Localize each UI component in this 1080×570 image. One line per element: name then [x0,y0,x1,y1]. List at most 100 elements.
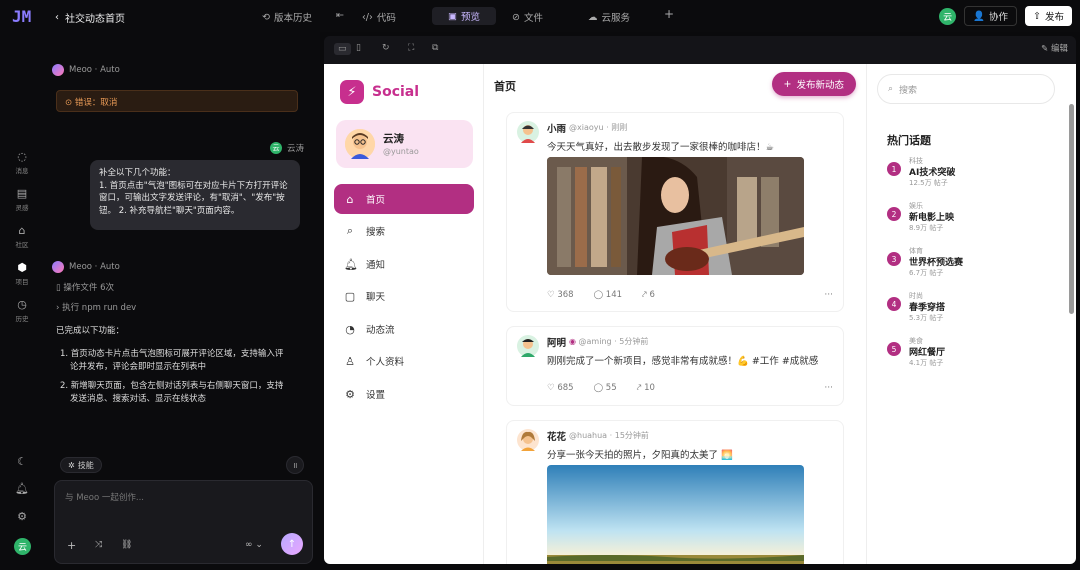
nav-item-chat[interactable]: ▢ 聊天 [334,281,474,311]
back-button[interactable]: ‹ 社交动态首页 [55,10,125,25]
rail-label: 灵感 [15,204,29,212]
tab-code-label: 代码 [376,13,396,24]
nav-item-feed[interactable]: ◔ 动态流 [334,314,474,344]
post-time: 15分钟前 [614,431,649,440]
post-meta: @huahua · 15分钟前 [569,431,649,440]
more-icon[interactable]: ··· [824,290,833,300]
more-icon[interactable]: ··· [824,383,833,393]
post-image[interactable] [547,465,804,564]
person-icon: 👤 [973,10,985,22]
home-icon: ⌂ [346,192,354,206]
pause-button[interactable]: ॥ [286,456,304,474]
notifications-button[interactable]: 🔔︎ [0,482,44,497]
share-count: 10 [644,383,655,393]
user-message-header: 云 云涛 [270,142,304,154]
bubble-line: 钮。 2. 补充导航栏"聊天"页面内容。 [99,205,240,216]
refresh-icon[interactable]: ↻ [382,43,390,53]
rail-item-ideas[interactable]: ▤ 灵感 [0,187,44,212]
user-avatar[interactable]: 云 [939,7,957,25]
post-handle: @aming [578,337,612,346]
desktop-icon[interactable]: ▭ [334,43,351,55]
settings-button[interactable]: ⚙ [0,510,44,525]
avatar[interactable] [517,121,539,143]
publish-button[interactable]: ⇧ 发布 [1025,6,1072,26]
comment-button[interactable]: ◯ 141 [594,290,622,300]
chat-icon: ▢ [344,289,356,303]
new-post-button[interactable]: + 发布新动态 [771,72,856,96]
shuffle-button[interactable]: ⤨ [95,540,102,550]
rail-item-messages[interactable]: ◌ 消息 [0,150,44,175]
nav-item-settings[interactable]: ⚙ 设置 [334,379,474,409]
point-line: 论并发布，评论会即时显示在列表中 [70,362,207,372]
like-button[interactable]: ♡ 685 [547,383,574,393]
tool-exec[interactable]: › 执行 npm run dev [56,302,136,315]
history-button[interactable]: ⟲ 版本历史 [262,10,312,25]
nav-label: 动态流 [366,325,395,336]
nav-item-home[interactable]: ⌂ 首页 [334,184,474,214]
edit-button[interactable]: ✎ 编辑 [1041,42,1068,54]
share-button[interactable]: ⤤ 6 [642,290,655,300]
bot-avatar-icon [52,64,64,76]
site-logo[interactable]: ⚡ Social [340,80,419,104]
send-button[interactable]: ↑ [281,533,303,555]
app-logo[interactable]: JM [12,7,31,26]
nav-label: 首页 [366,195,386,206]
add-tab-button[interactable]: + [664,7,674,21]
user-card[interactable]: 云涛 @yuntao [336,120,473,168]
post-author[interactable]: 阿明 [547,335,566,349]
tab-code[interactable]: ‹/› 代码 [362,10,396,25]
post-author[interactable]: 花花 [547,429,566,443]
collab-button[interactable]: 👤 协作 [964,6,1018,26]
upload-icon: ⇧ [1033,10,1041,22]
model-select[interactable]: ∞ ⌄ [245,540,263,550]
search-placeholder: 搜索 [899,85,918,96]
tab-preview[interactable]: ▣ 预览 [432,7,496,25]
rail-user-avatar[interactable]: 云 [14,538,31,555]
nav-item-notifications[interactable]: 🔔︎ 通知 [334,249,474,279]
avatar[interactable] [517,335,539,357]
chat-input[interactable]: 与 Meoo 一起创作... [65,491,144,503]
post-image[interactable] [547,157,804,275]
comment-button[interactable]: ◯ 55 [594,383,617,393]
share-button[interactable]: ⤤ 10 [637,383,655,393]
avatar[interactable] [517,429,539,451]
link-button[interactable]: ⛓ [121,540,132,550]
like-count: 685 [557,383,574,393]
topic-count: 4.1万 帖子 [909,359,944,367]
collapse-button[interactable]: ⇤ [336,10,344,21]
trending-topic[interactable]: 2 娱乐 新电影上映 8.9万 帖子 [887,201,1057,237]
add-attachment-button[interactable]: + [67,539,76,552]
rail-item-community[interactable]: ⌂ 社区 [0,224,44,249]
theme-toggle[interactable]: ☾ [0,455,44,470]
fullscreen-icon[interactable]: ⛶ [408,43,414,53]
chevron-left-icon: ‹ [55,12,59,23]
rail-item-history[interactable]: ◷ 历史 [0,298,44,323]
tool-exec-label: 执行 npm run dev [62,303,137,313]
open-external-icon[interactable]: ⧉ [432,43,438,53]
preview-frame: ▭ ▯ ↻ ⛶ ⧉ ✎ 编辑 ⚡ Social 云涛 @yuntao ⌂ 首页 … [324,36,1076,564]
trending-topic[interactable]: 1 科技 AI技术突破 12.5万 帖子 [887,156,1057,192]
bubble-line: 1. 首页点击"气泡"图标可在对应卡片下方打开评论 [99,180,288,191]
nav-item-profile[interactable]: ♙ 个人资料 [334,346,474,376]
trending-topic[interactable]: 5 美食 网红餐厅 4.1万 帖子 [887,336,1057,372]
tab-files[interactable]: ⊘ 文件 [512,10,543,25]
nav-item-search[interactable]: ⌕ 搜索 [334,216,474,246]
scrollbar[interactable] [1069,104,1074,314]
post-actions: ♡ 368 ◯ 141 ⤤ 6 [547,290,655,300]
like-button[interactable]: ♡ 368 [547,290,574,300]
mobile-icon[interactable]: ▯ [356,43,361,53]
post-author[interactable]: 小雨 [547,121,566,135]
tool-file-ops[interactable]: ▯ 操作文件 6次 [56,282,114,295]
like-count: 368 [557,290,574,300]
rail-item-projects[interactable]: ⬢ 项目 [0,261,44,286]
trending-topic[interactable]: 3 体育 世界杯预选赛 6.7万 帖子 [887,246,1057,282]
tab-cloud[interactable]: ☁ 云服务 [588,10,630,25]
comment-count: 55 [605,383,617,393]
skill-chip[interactable]: ✲ 技能 [60,457,102,473]
search-input[interactable]: ⌕ 搜索 [877,74,1055,104]
trending-topic[interactable]: 4 时尚 春季穿搭 5.3万 帖子 [887,291,1057,327]
nav-label: 搜索 [366,227,386,238]
point-line: 2. 新增聊天页面，包含左侧对话列表与右侧聊天窗口，支持 [60,381,284,391]
post-meta: @xiaoyu · 刚刚 [569,123,628,132]
plus-icon: + [783,78,792,90]
